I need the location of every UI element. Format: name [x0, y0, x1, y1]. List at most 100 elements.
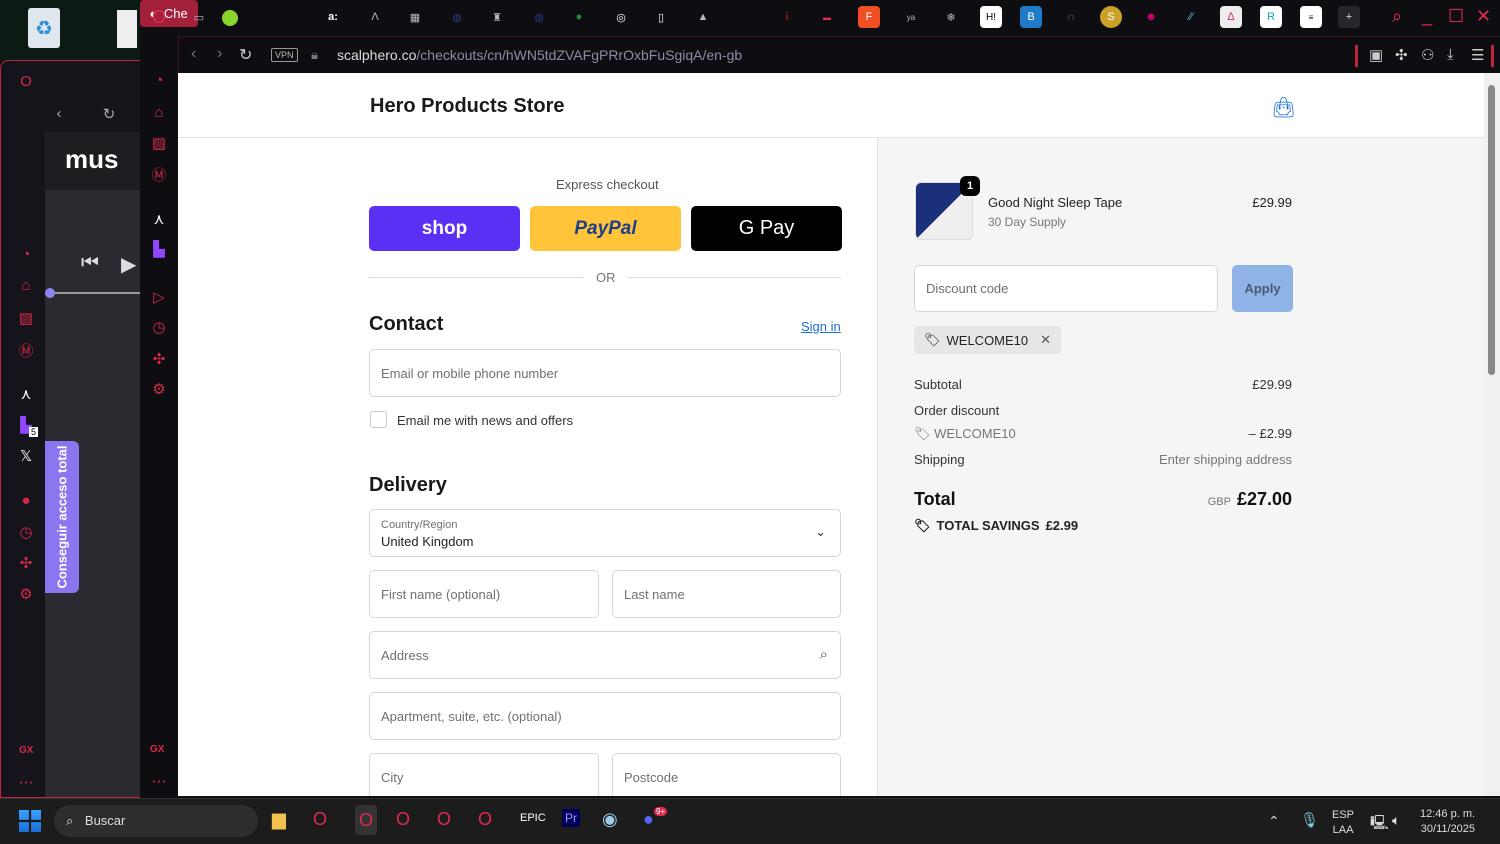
tab-icon[interactable]: ◍	[446, 6, 468, 28]
tab-icon[interactable]: ❄	[940, 6, 962, 28]
tab-icon[interactable]: ◎	[610, 6, 632, 28]
spotify-icon[interactable]: ●	[16, 492, 36, 509]
tab-icon[interactable]: ●	[568, 6, 590, 28]
history-icon[interactable]: ◷	[16, 523, 36, 541]
postcode-field[interactable]: Postcode	[612, 753, 841, 796]
opera-gx-icon[interactable]: O	[355, 805, 378, 835]
tab-icon[interactable]: ▭	[188, 6, 210, 28]
opera-icon[interactable]: O	[16, 73, 36, 90]
opera-gx-icon[interactable]: O	[313, 809, 327, 830]
new-tab-button[interactable]: +	[1338, 6, 1360, 28]
store-name[interactable]: Hero Products Store	[370, 95, 564, 118]
back-button[interactable]: ‹	[49, 105, 69, 122]
remove-discount-icon[interactable]: ✕	[1040, 332, 1051, 348]
extensions-icon[interactable]: ✣	[16, 554, 36, 572]
tab-icon[interactable]: ▬	[816, 6, 838, 28]
play-icon[interactable]: ▶	[121, 252, 136, 277]
apartment-field[interactable]: Apartment, suite, etc. (optional)	[369, 692, 841, 740]
previous-icon[interactable]: ⏮	[81, 252, 99, 275]
document-icon[interactable]	[117, 10, 137, 48]
discord-icon[interactable]: ●	[643, 809, 654, 830]
extensions-icon[interactable]: ✣	[1395, 46, 1408, 64]
vpn-badge[interactable]: VPN	[271, 48, 298, 62]
settings-icon[interactable]: ⚙	[16, 585, 36, 603]
minimize-button[interactable]: _	[1422, 6, 1432, 27]
tab-icon[interactable]: ▲	[692, 6, 714, 28]
taskbar-search[interactable]: ⌕ Buscar	[54, 805, 258, 837]
first-name-field[interactable]: First name (optional)	[369, 570, 599, 618]
opera-gx-icon[interactable]: O	[396, 809, 410, 830]
player-icon[interactable]: ▷	[149, 288, 169, 306]
email-field[interactable]: Email or mobile phone number	[369, 349, 841, 397]
tab-icon[interactable]: ya	[900, 6, 922, 28]
progress-slider[interactable]	[49, 292, 140, 294]
tab-icon[interactable]: ∩	[1060, 6, 1082, 28]
recycle-bin-icon[interactable]: ♻	[28, 8, 60, 48]
x-icon[interactable]: 𝕏	[16, 447, 36, 465]
tab-icon[interactable]	[222, 10, 238, 26]
city-field[interactable]: City	[369, 753, 599, 796]
download-icon[interactable]: ⤓	[1447, 46, 1454, 63]
more-icon[interactable]: ⋯	[149, 772, 169, 790]
tab-icon[interactable]: R	[1260, 6, 1282, 28]
shopping-bag-icon[interactable]: 👜︎	[1271, 95, 1296, 120]
twitch-icon[interactable]: ▙	[149, 240, 169, 258]
url-field[interactable]: scalphero.co/checkouts/cn/hWN5tdZVAFgPRr…	[337, 47, 742, 63]
settings-icon[interactable]: ⚙	[149, 380, 169, 398]
speed-dial-icon[interactable]: ◔	[149, 72, 169, 89]
history-icon[interactable]: ◷	[149, 318, 169, 336]
steam-icon[interactable]: ◉	[602, 809, 618, 830]
paypal-button[interactable]: PayPal	[530, 206, 681, 251]
tab-icon[interactable]: H!	[980, 6, 1002, 28]
tab-icon[interactable]: S	[1100, 6, 1122, 28]
aria-icon[interactable]: ⋏	[149, 210, 169, 228]
opera-gx-icon[interactable]: O	[437, 809, 451, 830]
clock[interactable]: 12:46 p. m. 30/11/2025	[1420, 807, 1475, 837]
forward-button[interactable]: ›	[217, 45, 222, 63]
google-pay-button[interactable]: G Pay	[691, 206, 842, 251]
chevron-up-icon[interactable]: ⌃	[1268, 813, 1280, 830]
tab-icon[interactable]: ≡	[1300, 6, 1322, 28]
profile-icon[interactable]: ⚇	[1421, 46, 1434, 64]
speed-dial-icon[interactable]: ◔	[16, 246, 36, 263]
tab-icon[interactable]: F	[858, 6, 880, 28]
language-indicator[interactable]: ESP LAA	[1332, 808, 1354, 838]
premiere-icon[interactable]: Pr	[562, 809, 580, 827]
opera-menu-icon[interactable]: O	[148, 6, 170, 28]
lock-icon[interactable]: 🔒︎	[311, 47, 318, 63]
reload-button[interactable]: ↻	[99, 105, 119, 123]
network-icon[interactable]: 🖳︎	[1370, 812, 1389, 836]
windows-start-icon[interactable]	[19, 810, 41, 832]
scrollbar-thumb[interactable]	[1488, 85, 1495, 375]
tab-icon[interactable]: ☻	[1140, 6, 1162, 28]
tab-icon[interactable]: ◍	[528, 6, 550, 28]
tab-icon[interactable]: a:	[322, 6, 344, 28]
tab-icon[interactable]: ♜	[486, 6, 508, 28]
last-name-field[interactable]: Last name	[612, 570, 841, 618]
tab-icon[interactable]: Λ	[364, 6, 386, 28]
address-field[interactable]: Address ⌕	[369, 631, 841, 679]
file-explorer-icon[interactable]: ▆	[272, 809, 286, 830]
maximize-button[interactable]: ☐	[1448, 6, 1464, 27]
tab-icon[interactable]: ▯	[650, 6, 672, 28]
slider-handle[interactable]	[45, 288, 55, 298]
ram-limiter-icon[interactable]: Ⓜ	[16, 340, 36, 361]
network-limiter-icon[interactable]: ▨	[16, 309, 36, 327]
aria-icon[interactable]: ⋏	[16, 385, 36, 403]
back-button[interactable]: ‹	[191, 45, 196, 63]
search-icon[interactable]: ⌕	[1392, 6, 1402, 27]
close-button[interactable]: ✕	[1476, 6, 1491, 27]
sign-in-link[interactable]: Sign in	[801, 319, 841, 334]
apply-button[interactable]: Apply	[1232, 265, 1293, 312]
cleaner-icon[interactable]: ⌂	[149, 104, 169, 121]
discount-code-field[interactable]: Discount code	[914, 265, 1218, 312]
reload-button[interactable]: ↻	[239, 45, 252, 65]
news-checkbox[interactable]	[370, 411, 387, 428]
tab-icon[interactable]: ∆	[1220, 6, 1242, 28]
extensions-icon[interactable]: ✣	[149, 350, 169, 368]
more-icon[interactable]: ⋯	[16, 773, 36, 791]
tab-icon[interactable]: B	[1020, 6, 1042, 28]
easy-setup-icon[interactable]: ☰	[1471, 46, 1484, 64]
tab-icon[interactable]: ⁄⁄	[1180, 6, 1202, 28]
volume-icon[interactable]: 🔈︎	[1392, 812, 1400, 829]
